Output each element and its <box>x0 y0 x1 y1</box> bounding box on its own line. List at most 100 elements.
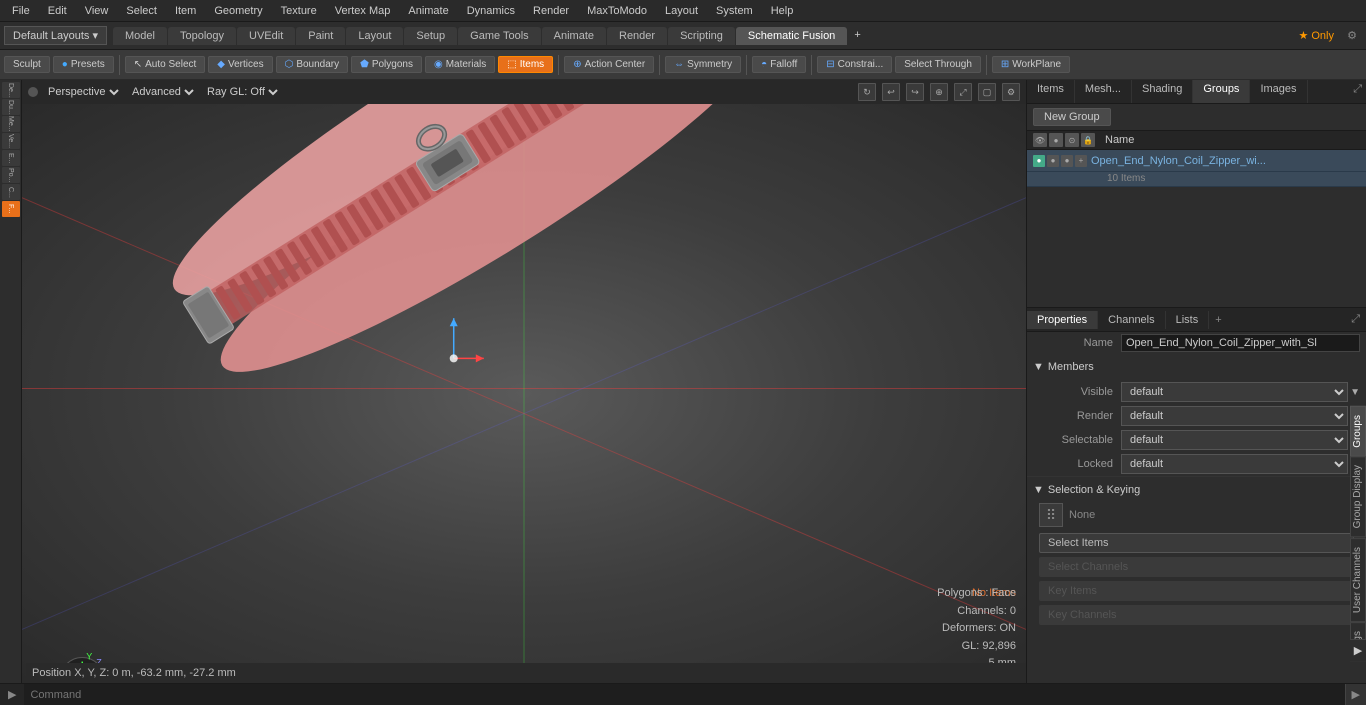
item-lock-toggle[interactable]: + <box>1075 155 1087 167</box>
tab-items[interactable]: Items <box>1027 80 1075 103</box>
left-tool-vertex[interactable]: Ve... <box>2 133 20 149</box>
render-dropdown[interactable]: default on off <box>1121 406 1348 426</box>
tab-setup[interactable]: Setup <box>404 27 457 45</box>
members-header[interactable]: ▼ Members <box>1033 358 1360 376</box>
items-button[interactable]: ⬚ Items <box>498 56 553 73</box>
tab-game-tools[interactable]: Game Tools <box>458 27 541 45</box>
boundary-button[interactable]: ⬡ Boundary <box>276 56 349 73</box>
tab-paint[interactable]: Paint <box>296 27 345 45</box>
menu-select[interactable]: Select <box>118 3 165 19</box>
tab-scripting[interactable]: Scripting <box>668 27 735 45</box>
left-tool-falloff[interactable]: F... <box>2 201 20 217</box>
ray-gl-dropdown[interactable]: Ray GL: Off <box>203 85 281 99</box>
menu-animate[interactable]: Animate <box>400 3 456 19</box>
sculpt-button[interactable]: Sculpt <box>4 56 50 73</box>
tab-mesh[interactable]: Mesh... <box>1075 80 1132 103</box>
zoom-icon[interactable]: ⊕ <box>930 83 948 101</box>
falloff-button[interactable]: ◓ Falloff <box>752 56 806 73</box>
tab-groups[interactable]: Groups <box>1193 80 1250 103</box>
viewport[interactable]: Perspective Advanced Ray GL: Off ↻ ↩ ↪ ⊕… <box>22 80 1026 683</box>
maximize-icon[interactable]: ▢ <box>978 83 996 101</box>
expand-bottom-icon[interactable]: ▶ <box>1350 639 1366 661</box>
menu-view[interactable]: View <box>77 3 117 19</box>
key-items-button[interactable]: Key Items <box>1039 581 1354 601</box>
tab-uvedit[interactable]: UVEdit <box>237 27 295 45</box>
rotate-icon[interactable]: ↻ <box>858 83 876 101</box>
auto-select-button[interactable]: ↖ Auto Select <box>125 56 206 73</box>
item-render-toggle[interactable]: ● <box>1047 155 1059 167</box>
undo-icon[interactable]: ↩ <box>882 83 900 101</box>
left-tool-polygon[interactable]: Po... <box>2 167 20 183</box>
keying-header[interactable]: ▼ Selection & Keying <box>1033 481 1360 499</box>
item-eye-toggle[interactable]: ● <box>1033 155 1045 167</box>
fit-icon[interactable]: ⤢ <box>954 83 972 101</box>
group-item[interactable]: ● ● ● + Open_End_Nylon_Coil_Zipper_wi... <box>1027 150 1366 172</box>
redo-icon[interactable]: ↪ <box>906 83 924 101</box>
menu-render[interactable]: Render <box>525 3 577 19</box>
advanced-dropdown[interactable]: Advanced <box>128 85 197 99</box>
materials-button[interactable]: ◉ Materials <box>425 56 495 73</box>
settings-viewport-icon[interactable]: ⚙ <box>1002 83 1020 101</box>
menu-help[interactable]: Help <box>763 3 802 19</box>
tab-channels[interactable]: Channels <box>1098 311 1165 329</box>
settings-icon[interactable]: ⚙ <box>1342 29 1362 42</box>
add-props-tab-button[interactable]: + <box>1209 311 1227 329</box>
left-tool-edge[interactable]: E... <box>2 150 20 166</box>
layout-dropdown[interactable]: Default Layouts ▾ <box>4 26 107 45</box>
menu-texture[interactable]: Texture <box>273 3 325 19</box>
key-channels-button[interactable]: Key Channels <box>1039 605 1354 625</box>
tab-properties[interactable]: Properties <box>1027 311 1098 329</box>
name-prop-input[interactable] <box>1121 334 1360 352</box>
vtab-user-channels[interactable]: User Channels <box>1350 538 1366 622</box>
menu-system[interactable]: System <box>708 3 761 19</box>
command-input[interactable] <box>24 689 1344 701</box>
left-tool-deform[interactable]: De... <box>2 82 20 98</box>
action-center-button[interactable]: ⊕ Action Center <box>564 56 654 73</box>
tab-layout[interactable]: Layout <box>346 27 403 45</box>
perspective-dropdown[interactable]: Perspective <box>44 85 122 99</box>
materials-icon: ◉ <box>434 59 443 70</box>
menu-edit[interactable]: Edit <box>40 3 75 19</box>
tab-render[interactable]: Render <box>607 27 667 45</box>
menu-file[interactable]: File <box>4 3 38 19</box>
item-select-toggle[interactable]: ● <box>1061 155 1073 167</box>
constraints-button[interactable]: ⊟ Constrai... <box>817 56 892 73</box>
tab-lists[interactable]: Lists <box>1166 311 1210 329</box>
properties-panel: Properties Channels Lists + ⤢ Name ▼ Mem… <box>1027 307 1366 631</box>
viewport-dot[interactable] <box>28 87 38 97</box>
vtab-groups[interactable]: Groups <box>1350 406 1366 457</box>
viewport-canvas: X Y Z No Items Polygons : Face Channels:… <box>22 104 1026 683</box>
tab-schematic-fusion[interactable]: Schematic Fusion <box>736 27 847 45</box>
tab-animate[interactable]: Animate <box>542 27 606 45</box>
menu-item[interactable]: Item <box>167 3 204 19</box>
left-tool-mesh[interactable]: Me... <box>2 116 20 132</box>
vertices-button[interactable]: ◆ Vertices <box>208 56 272 73</box>
keying-dots-icon[interactable]: ⠿ <box>1039 503 1063 527</box>
menu-layout[interactable]: Layout <box>657 3 706 19</box>
left-tool-component[interactable]: C... <box>2 184 20 200</box>
select-items-button[interactable]: Select Items <box>1039 533 1354 553</box>
add-layout-button[interactable]: + <box>848 27 866 45</box>
command-send-button[interactable]: ▶ <box>1345 684 1366 705</box>
polygons-button[interactable]: ⬟ Polygons <box>351 56 422 73</box>
menu-vertex-map[interactable]: Vertex Map <box>327 3 399 19</box>
tab-shading[interactable]: Shading <box>1132 80 1193 103</box>
select-through-button[interactable]: Select Through <box>895 56 981 73</box>
new-group-button[interactable]: New Group <box>1033 108 1111 126</box>
locked-dropdown[interactable]: default on off <box>1121 454 1348 474</box>
left-tool-duplicate[interactable]: Du... <box>2 99 20 115</box>
work-plane-button[interactable]: ⊞ WorkPlane <box>992 56 1070 73</box>
presets-button[interactable]: ● Presets <box>53 56 114 73</box>
tab-topology[interactable]: Topology <box>168 27 236 45</box>
symmetry-button[interactable]: ⇔ Symmetry <box>665 56 741 73</box>
menu-geometry[interactable]: Geometry <box>206 3 270 19</box>
menu-maxtomodo[interactable]: MaxToModo <box>579 3 655 19</box>
selectable-dropdown[interactable]: default on off <box>1121 430 1348 450</box>
visible-dropdown[interactable]: default on off <box>1121 382 1348 402</box>
menu-dynamics[interactable]: Dynamics <box>459 3 523 19</box>
tab-images[interactable]: Images <box>1250 80 1307 103</box>
command-toggle[interactable]: ▶ <box>0 686 24 703</box>
tab-model[interactable]: Model <box>113 27 167 45</box>
select-channels-button[interactable]: Select Channels <box>1039 557 1354 577</box>
vtab-group-display[interactable]: Group Display <box>1350 456 1366 537</box>
